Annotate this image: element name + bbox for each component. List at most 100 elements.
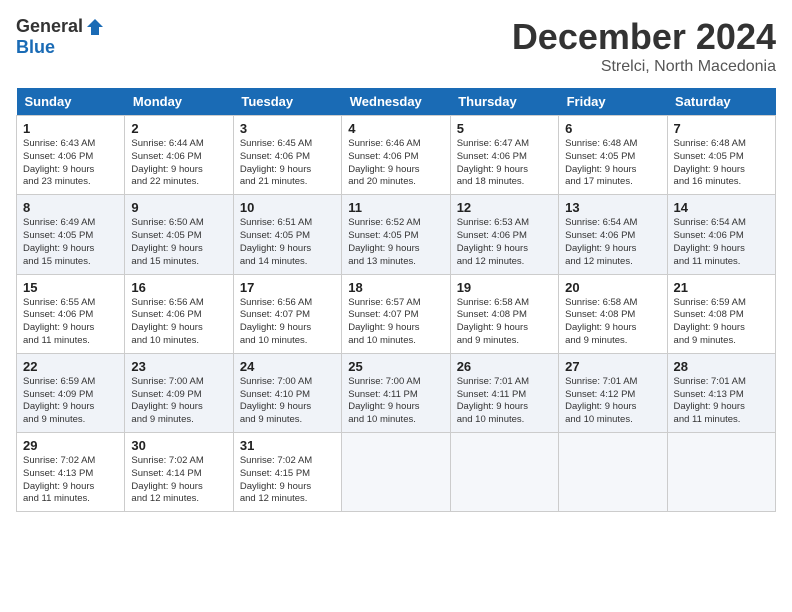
day-info: Sunrise: 6:48 AM Sunset: 4:05 PM Dayligh… <box>565 138 660 189</box>
day-info: Sunrise: 6:59 AM Sunset: 4:09 PM Dayligh… <box>23 376 118 427</box>
day-info: Sunrise: 6:49 AM Sunset: 4:05 PM Dayligh… <box>23 217 118 268</box>
day-cell-3: 3 Sunrise: 6:45 AM Sunset: 4:06 PM Daylig… <box>233 116 341 195</box>
day-info: Sunrise: 6:43 AM Sunset: 4:06 PM Dayligh… <box>23 138 118 189</box>
day-info: Sunrise: 7:02 AM Sunset: 4:15 PM Dayligh… <box>240 455 335 506</box>
day-number: 17 <box>240 280 335 295</box>
day-cell-9: 9 Sunrise: 6:50 AM Sunset: 4:05 PM Daylig… <box>125 195 233 274</box>
day-number: 23 <box>131 359 226 374</box>
day-cell-11: 11Sunrise: 6:52 AM Sunset: 4:05 PM Dayli… <box>342 195 450 274</box>
page-header: General Blue December 2024 Strelci, Nort… <box>16 16 776 76</box>
day-info: Sunrise: 7:02 AM Sunset: 4:14 PM Dayligh… <box>131 455 226 506</box>
day-info: Sunrise: 6:56 AM Sunset: 4:07 PM Dayligh… <box>240 297 335 348</box>
empty-cell <box>450 433 558 512</box>
empty-cell <box>559 433 667 512</box>
day-cell-25: 25 Sunrise: 7:00 AM Sunset: 4:11 PM Dayli… <box>342 353 450 432</box>
logo-blue-text: Blue <box>16 37 55 58</box>
day-number: 2 <box>131 121 226 136</box>
day-cell-8: 8 Sunrise: 6:49 AM Sunset: 4:05 PM Daylig… <box>17 195 125 274</box>
day-number: 29 <box>23 438 118 453</box>
day-info: Sunrise: 6:58 AM Sunset: 4:08 PM Dayligh… <box>457 297 552 348</box>
day-info: Sunrise: 6:58 AM Sunset: 4:08 PM Dayligh… <box>565 297 660 348</box>
day-cell-7: 7Sunrise: 6:48 AM Sunset: 4:05 PM Daylig… <box>667 116 775 195</box>
day-number: 19 <box>457 280 552 295</box>
day-number: 25 <box>348 359 443 374</box>
day-info: Sunrise: 6:46 AM Sunset: 4:06 PM Dayligh… <box>348 138 443 189</box>
day-number: 11 <box>348 200 443 215</box>
location-subtitle: Strelci, North Macedonia <box>512 58 776 76</box>
month-title: December 2024 <box>512 16 776 58</box>
day-number: 7 <box>674 121 769 136</box>
column-header-friday: Friday <box>559 88 667 116</box>
day-number: 6 <box>565 121 660 136</box>
day-info: Sunrise: 6:50 AM Sunset: 4:05 PM Dayligh… <box>131 217 226 268</box>
day-cell-21: 21 Sunrise: 6:59 AM Sunset: 4:08 PM Dayli… <box>667 274 775 353</box>
column-header-thursday: Thursday <box>450 88 558 116</box>
day-info: Sunrise: 6:54 AM Sunset: 4:06 PM Dayligh… <box>565 217 660 268</box>
day-cell-12: 12 Sunrise: 6:53 AM Sunset: 4:06 PM Dayli… <box>450 195 558 274</box>
day-info: Sunrise: 7:00 AM Sunset: 4:09 PM Dayligh… <box>131 376 226 427</box>
day-cell-5: 5Sunrise: 6:47 AM Sunset: 4:06 PM Daylig… <box>450 116 558 195</box>
day-cell-24: 24 Sunrise: 7:00 AM Sunset: 4:10 PM Dayli… <box>233 353 341 432</box>
day-number: 24 <box>240 359 335 374</box>
day-info: Sunrise: 6:56 AM Sunset: 4:06 PM Dayligh… <box>131 297 226 348</box>
column-header-wednesday: Wednesday <box>342 88 450 116</box>
day-cell-15: 15 Sunrise: 6:55 AM Sunset: 4:06 PM Dayli… <box>17 274 125 353</box>
day-info: Sunrise: 7:01 AM Sunset: 4:11 PM Dayligh… <box>457 376 552 427</box>
day-info: Sunrise: 7:00 AM Sunset: 4:10 PM Dayligh… <box>240 376 335 427</box>
day-number: 10 <box>240 200 335 215</box>
column-header-monday: Monday <box>125 88 233 116</box>
day-info: Sunrise: 6:53 AM Sunset: 4:06 PM Dayligh… <box>457 217 552 268</box>
day-cell-30: 30 Sunrise: 7:02 AM Sunset: 4:14 PM Dayli… <box>125 433 233 512</box>
day-number: 20 <box>565 280 660 295</box>
day-cell-1: 1 Sunrise: 6:43 AM Sunset: 4:06 PM Daylig… <box>17 116 125 195</box>
day-number: 27 <box>565 359 660 374</box>
day-number: 15 <box>23 280 118 295</box>
day-cell-31: 31 Sunrise: 7:02 AM Sunset: 4:15 PM Dayli… <box>233 433 341 512</box>
day-info: Sunrise: 7:00 AM Sunset: 4:11 PM Dayligh… <box>348 376 443 427</box>
day-info: Sunrise: 6:45 AM Sunset: 4:06 PM Dayligh… <box>240 138 335 189</box>
day-number: 21 <box>674 280 769 295</box>
column-header-saturday: Saturday <box>667 88 775 116</box>
logo-general-text: General <box>16 16 83 37</box>
title-section: December 2024 Strelci, North Macedonia <box>512 16 776 76</box>
day-cell-13: 13Sunrise: 6:54 AM Sunset: 4:06 PM Dayli… <box>559 195 667 274</box>
day-info: Sunrise: 6:54 AM Sunset: 4:06 PM Dayligh… <box>674 217 769 268</box>
empty-cell <box>342 433 450 512</box>
day-cell-18: 18Sunrise: 6:57 AM Sunset: 4:07 PM Dayli… <box>342 274 450 353</box>
column-header-sunday: Sunday <box>17 88 125 116</box>
day-cell-10: 10 Sunrise: 6:51 AM Sunset: 4:05 PM Dayli… <box>233 195 341 274</box>
day-info: Sunrise: 7:01 AM Sunset: 4:12 PM Dayligh… <box>565 376 660 427</box>
day-number: 16 <box>131 280 226 295</box>
day-cell-4: 4 Sunrise: 6:46 AM Sunset: 4:06 PM Daylig… <box>342 116 450 195</box>
day-info: Sunrise: 6:55 AM Sunset: 4:06 PM Dayligh… <box>23 297 118 348</box>
day-cell-22: 22 Sunrise: 6:59 AM Sunset: 4:09 PM Dayli… <box>17 353 125 432</box>
column-header-tuesday: Tuesday <box>233 88 341 116</box>
day-info: Sunrise: 6:57 AM Sunset: 4:07 PM Dayligh… <box>348 297 443 348</box>
day-number: 3 <box>240 121 335 136</box>
day-number: 1 <box>23 121 118 136</box>
day-number: 31 <box>240 438 335 453</box>
day-cell-16: 16 Sunrise: 6:56 AM Sunset: 4:06 PM Dayli… <box>125 274 233 353</box>
day-number: 9 <box>131 200 226 215</box>
day-cell-19: 19 Sunrise: 6:58 AM Sunset: 4:08 PM Dayli… <box>450 274 558 353</box>
empty-cell <box>667 433 775 512</box>
day-info: Sunrise: 6:44 AM Sunset: 4:06 PM Dayligh… <box>131 138 226 189</box>
day-cell-14: 14Sunrise: 6:54 AM Sunset: 4:06 PM Dayli… <box>667 195 775 274</box>
day-cell-20: 20 Sunrise: 6:58 AM Sunset: 4:08 PM Dayli… <box>559 274 667 353</box>
day-number: 12 <box>457 200 552 215</box>
day-info: Sunrise: 6:59 AM Sunset: 4:08 PM Dayligh… <box>674 297 769 348</box>
day-number: 26 <box>457 359 552 374</box>
day-info: Sunrise: 7:01 AM Sunset: 4:13 PM Dayligh… <box>674 376 769 427</box>
day-cell-29: 29Sunrise: 7:02 AM Sunset: 4:13 PM Dayli… <box>17 433 125 512</box>
day-cell-2: 2 Sunrise: 6:44 AM Sunset: 4:06 PM Daylig… <box>125 116 233 195</box>
day-number: 4 <box>348 121 443 136</box>
day-number: 30 <box>131 438 226 453</box>
day-cell-28: 28Sunrise: 7:01 AM Sunset: 4:13 PM Dayli… <box>667 353 775 432</box>
day-info: Sunrise: 6:47 AM Sunset: 4:06 PM Dayligh… <box>457 138 552 189</box>
day-number: 8 <box>23 200 118 215</box>
day-cell-23: 23 Sunrise: 7:00 AM Sunset: 4:09 PM Dayli… <box>125 353 233 432</box>
day-number: 22 <box>23 359 118 374</box>
day-info: Sunrise: 6:51 AM Sunset: 4:05 PM Dayligh… <box>240 217 335 268</box>
day-cell-6: 6 Sunrise: 6:48 AM Sunset: 4:05 PM Daylig… <box>559 116 667 195</box>
day-cell-26: 26 Sunrise: 7:01 AM Sunset: 4:11 PM Dayli… <box>450 353 558 432</box>
